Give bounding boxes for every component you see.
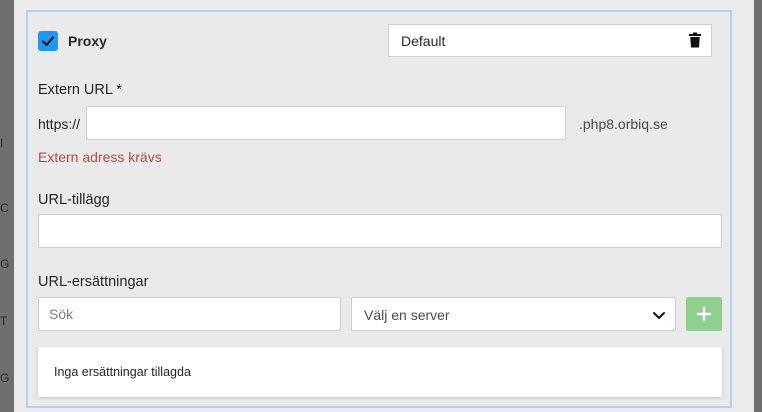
server-select[interactable]: Välj en server <box>351 297 676 331</box>
replacements-list: Inga ersättningar tillagda <box>38 347 722 397</box>
proxy-label: Proxy <box>68 33 107 49</box>
replacement-search-input[interactable] <box>38 297 341 331</box>
proxy-settings-panel: Proxy Default Extern URL * https:// .php… <box>26 10 732 408</box>
backdrop-letter: C <box>0 201 9 215</box>
extern-url-label: Extern URL * <box>38 82 123 98</box>
extern-url-error: Extern adress krävs <box>38 149 162 165</box>
backdrop-letter: I <box>0 136 4 150</box>
backdrop-letter: G <box>0 371 10 385</box>
backdrop-letter: G <box>0 257 10 271</box>
modal-dialog: Proxy Default Extern URL * https:// .php… <box>14 0 754 412</box>
url-suffix-input[interactable] <box>38 214 722 248</box>
extern-url-input[interactable] <box>86 106 566 140</box>
delete-proxy-button[interactable] <box>685 30 705 50</box>
proxy-checkbox[interactable] <box>38 31 58 51</box>
replacements-empty-text: Inga ersättningar tillagda <box>54 365 191 379</box>
proxy-select-value: Default <box>401 33 446 49</box>
proxy-select[interactable]: Default <box>388 24 712 57</box>
extern-url-prefix: https:// <box>38 116 81 132</box>
plus-icon <box>696 306 712 322</box>
url-suffix-label: URL-tillägg <box>38 192 110 208</box>
trash-icon <box>689 32 701 48</box>
extern-url-suffix: .php8.orbiq.se <box>579 116 668 132</box>
url-replacements-label: URL-ersättningar <box>38 274 149 290</box>
backdrop-letter: T <box>0 314 8 328</box>
chevron-down-icon <box>653 312 665 319</box>
add-replacement-button[interactable] <box>686 297 722 331</box>
server-select-value: Välj en server <box>364 307 450 323</box>
check-icon <box>41 36 55 47</box>
